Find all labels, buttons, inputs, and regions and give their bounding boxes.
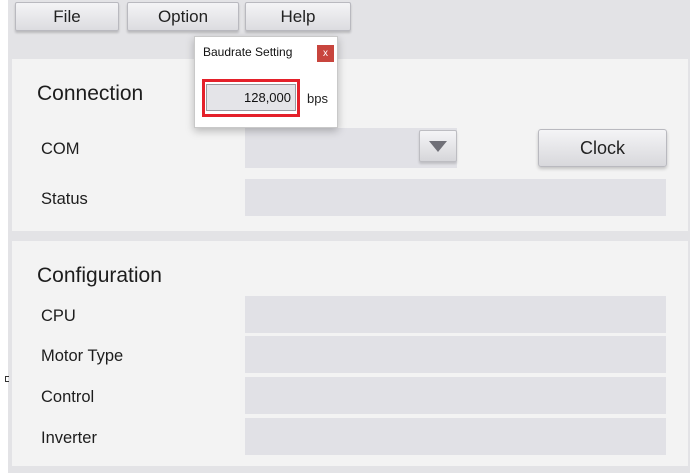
cpu-label: CPU [41, 307, 76, 325]
clock-button[interactable]: Clock [538, 129, 667, 167]
com-dropdown[interactable] [245, 128, 457, 168]
motor-type-field [245, 336, 666, 373]
baudrate-input[interactable] [206, 84, 296, 111]
com-label: COM [41, 140, 80, 158]
configuration-title: Configuration [37, 264, 162, 287]
inverter-field [245, 418, 666, 455]
menu-option-button[interactable]: Option [127, 2, 239, 31]
menu-help-button[interactable]: Help [245, 2, 351, 31]
motor-type-label: Motor Type [41, 347, 124, 365]
dialog-title: Baudrate Setting [203, 45, 293, 59]
baudrate-setting-dialog: Baudrate Setting x bps [194, 36, 338, 128]
control-field [245, 377, 666, 414]
baudrate-unit-label: bps [307, 91, 328, 106]
main-window: File Option Help Connection COM Clock St… [8, 0, 690, 473]
control-label: Control [41, 388, 95, 406]
status-label: Status [41, 190, 88, 208]
com-dropdown-arrow-button[interactable] [419, 130, 457, 162]
menu-file-button[interactable]: File [15, 2, 119, 31]
connection-title: Connection [37, 82, 144, 105]
close-icon[interactable]: x [317, 45, 334, 62]
status-field [245, 179, 666, 216]
inverter-label: Inverter [41, 429, 97, 447]
cpu-field [245, 296, 666, 333]
window-edge-marker [5, 376, 9, 382]
chevron-down-icon [429, 140, 447, 152]
